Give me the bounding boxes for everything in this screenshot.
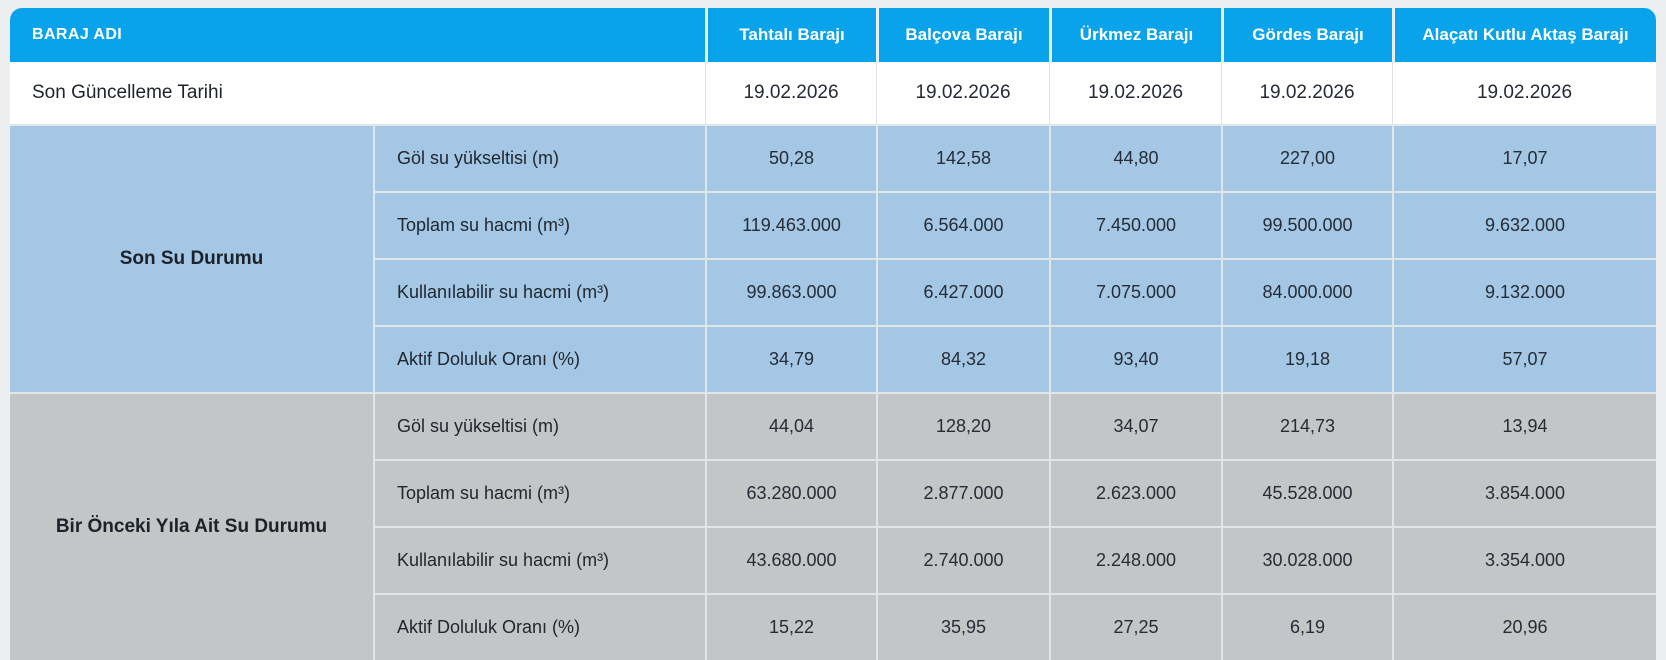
update-date-cell: 19.02.2026 — [1392, 62, 1656, 124]
metric-value-cell: 45.528.000 — [1221, 459, 1392, 526]
metric-value-cell: 7.075.000 — [1049, 258, 1221, 325]
metric-value-cell: 17,07 — [1392, 124, 1656, 191]
dam-header-cell: Balçova Barajı — [876, 8, 1049, 62]
metric-value-cell: 34,79 — [705, 325, 876, 392]
metric-value-cell: 44,04 — [705, 392, 876, 459]
metric-value-cell: 6.564.000 — [876, 191, 1049, 258]
metric-value-cell: 6.427.000 — [876, 258, 1049, 325]
metric-value-cell: 3.354.000 — [1392, 526, 1656, 593]
metric-value-cell: 6,19 — [1221, 593, 1392, 660]
metric-value-cell: 84,32 — [876, 325, 1049, 392]
metric-value-cell: 27,25 — [1049, 593, 1221, 660]
corner-header-cell: BARAJ ADI — [10, 8, 705, 62]
metric-value-cell: 7.450.000 — [1049, 191, 1221, 258]
metric-value-cell: 9.132.000 — [1392, 258, 1656, 325]
metric-value-cell: 99.863.000 — [705, 258, 876, 325]
metric-value-cell: 57,07 — [1392, 325, 1656, 392]
metric-value-cell: 20,96 — [1392, 593, 1656, 660]
metric-value-cell: 99.500.000 — [1221, 191, 1392, 258]
metric-label-cell: Kullanılabilir su hacmi (m³) — [373, 526, 705, 593]
update-date-label-cell: Son Güncelleme Tarihi — [10, 62, 705, 124]
metric-value-cell: 2.740.000 — [876, 526, 1049, 593]
metric-label-cell: Toplam su hacmi (m³) — [373, 191, 705, 258]
metric-value-cell: 227,00 — [1221, 124, 1392, 191]
metric-label-cell: Aktif Doluluk Oranı (%) — [373, 593, 705, 660]
dam-header-cell: Tahtalı Barajı — [705, 8, 876, 62]
update-date-cell: 19.02.2026 — [1221, 62, 1392, 124]
section-label-cell: Son Su Durumu — [10, 124, 373, 392]
metric-value-cell: 84.000.000 — [1221, 258, 1392, 325]
metric-value-cell: 15,22 — [705, 593, 876, 660]
metric-value-cell: 9.632.000 — [1392, 191, 1656, 258]
metric-value-cell: 142,58 — [876, 124, 1049, 191]
metric-value-cell: 2.248.000 — [1049, 526, 1221, 593]
metric-value-cell: 93,40 — [1049, 325, 1221, 392]
metric-label-cell: Kullanılabilir su hacmi (m³) — [373, 258, 705, 325]
dam-header-cell: Alaçatı Kutlu Aktaş Barajı — [1392, 8, 1656, 62]
metric-value-cell: 13,94 — [1392, 392, 1656, 459]
dam-status-grid: BARAJ ADI Tahtalı Barajı Balçova Barajı … — [10, 8, 1656, 660]
metric-label-cell: Aktif Doluluk Oranı (%) — [373, 325, 705, 392]
dam-header-cell: Ürkmez Barajı — [1049, 8, 1221, 62]
metric-value-cell: 3.854.000 — [1392, 459, 1656, 526]
metric-label-cell: Göl su yükseltisi (m) — [373, 392, 705, 459]
metric-value-cell: 63.280.000 — [705, 459, 876, 526]
metric-value-cell: 128,20 — [876, 392, 1049, 459]
metric-value-cell: 2.877.000 — [876, 459, 1049, 526]
metric-value-cell: 2.623.000 — [1049, 459, 1221, 526]
metric-label-cell: Toplam su hacmi (m³) — [373, 459, 705, 526]
metric-value-cell: 34,07 — [1049, 392, 1221, 459]
dam-status-table: BARAJ ADI Tahtalı Barajı Balçova Barajı … — [10, 8, 1656, 660]
metric-label-cell: Göl su yükseltisi (m) — [373, 124, 705, 191]
metric-value-cell: 30.028.000 — [1221, 526, 1392, 593]
metric-value-cell: 119.463.000 — [705, 191, 876, 258]
update-date-cell: 19.02.2026 — [876, 62, 1049, 124]
metric-value-cell: 44,80 — [1049, 124, 1221, 191]
section-label-cell: Bir Önceki Yıla Ait Su Durumu — [10, 392, 373, 660]
metric-value-cell: 214,73 — [1221, 392, 1392, 459]
metric-value-cell: 19,18 — [1221, 325, 1392, 392]
update-date-cell: 19.02.2026 — [705, 62, 876, 124]
metric-value-cell: 35,95 — [876, 593, 1049, 660]
update-date-cell: 19.02.2026 — [1049, 62, 1221, 124]
dam-header-cell: Gördes Barajı — [1221, 8, 1392, 62]
metric-value-cell: 43.680.000 — [705, 526, 876, 593]
metric-value-cell: 50,28 — [705, 124, 876, 191]
